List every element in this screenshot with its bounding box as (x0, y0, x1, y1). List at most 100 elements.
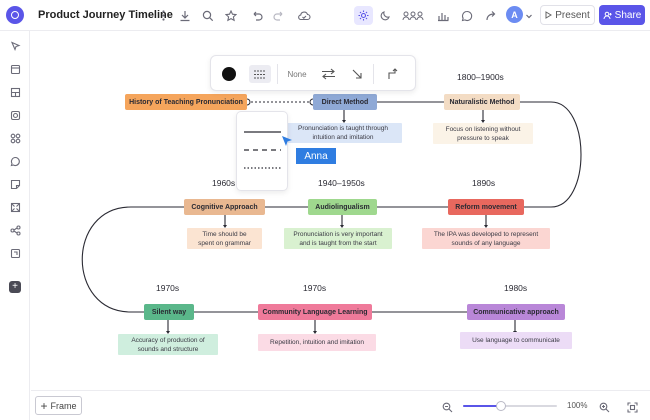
sticky-note-icon[interactable] (8, 177, 22, 191)
description-line: sounds of any language (451, 239, 521, 247)
node-community-language-learning[interactable]: Community Language Learning (258, 304, 372, 320)
template-icon[interactable] (8, 85, 22, 99)
redo-icon[interactable] (272, 7, 286, 24)
plus-icon: + (40, 398, 48, 413)
pointer-icon[interactable] (8, 39, 22, 53)
era-naturalistic: 1800–1900s (457, 72, 504, 82)
desc-community-language-learning: Repetition, intuition and imitation (258, 334, 376, 351)
connector-icon[interactable] (8, 223, 22, 237)
line-style-options (244, 131, 281, 169)
era-community: 1970s (303, 283, 327, 293)
undo-icon[interactable] (250, 7, 264, 24)
collaborator-cursor-label: Anna (296, 148, 336, 164)
more-icon[interactable] (157, 7, 169, 24)
connector-toolbar: None (210, 55, 416, 91)
desc-cognitive-approach: Time should be spent on grammar (187, 228, 262, 249)
color-swatch (222, 67, 236, 81)
arrowhead-none-button[interactable]: None (283, 65, 311, 83)
chat-icon[interactable] (8, 154, 22, 168)
era-reform: 1890s (472, 178, 496, 188)
image-icon[interactable] (8, 200, 22, 214)
play-icon (545, 11, 553, 19)
era-audiolingualism: 1940–1950s (318, 178, 365, 188)
zoom-slider-fill (463, 405, 501, 407)
description-line: intuition and imitation (312, 134, 374, 141)
left-toolbar: + (0, 31, 30, 420)
add-icon[interactable]: + (9, 281, 21, 293)
app-logo[interactable] (6, 6, 24, 24)
description-line: pressure to speak (457, 134, 509, 142)
document-title[interactable]: Product Journey Timeline (38, 9, 173, 21)
description-line: The IPA was developed to represent (433, 230, 539, 238)
node-history[interactable]: History of Teaching Pronunciation (125, 94, 247, 110)
comment-icon[interactable] (460, 7, 474, 24)
arrowhead-end-icon[interactable] (349, 65, 365, 83)
node-audiolingualism[interactable]: Audiolingualism (308, 199, 377, 215)
description-line: Focus on listening without (445, 125, 521, 133)
desc-reform-movement: The IPA was developed to represent sounds… (422, 228, 550, 249)
collaborator-cursor-icon (282, 136, 292, 146)
desc-naturalistic-method: Focus on listening without pressure to sp… (433, 123, 533, 144)
present-button[interactable]: Present (540, 5, 595, 25)
description-line: Pronunciation is very important (293, 230, 383, 238)
node-naturalistic-method[interactable]: Naturalistic Method (444, 94, 520, 110)
fit-screen-icon[interactable] (626, 399, 638, 416)
description-line: and is taught from the start (299, 239, 377, 247)
chart-icon[interactable] (436, 7, 450, 24)
collaborators-icon[interactable] (402, 7, 424, 24)
description-line: Time should be (202, 230, 247, 238)
era-cognitive: 1960s (212, 178, 236, 188)
description-line: Repetition, intuition and imitation (270, 339, 364, 346)
connector-curve-right-top (520, 101, 582, 208)
star-icon[interactable] (224, 7, 238, 24)
search-icon[interactable] (201, 7, 215, 24)
moon-icon[interactable] (378, 7, 392, 24)
chevron-down-icon[interactable] (524, 7, 534, 24)
desc-silent-way: Accuracy of production of sounds and stru… (118, 334, 218, 355)
shape-icon[interactable] (8, 108, 22, 122)
zoom-slider[interactable] (463, 401, 557, 411)
share-person-icon (603, 11, 612, 19)
desc-direct-method: Pronunciation is taught through intuition… (284, 123, 402, 143)
zoom-level: 100% (567, 401, 588, 410)
zoom-slider-thumb[interactable] (495, 401, 506, 411)
bottom-toolbar: + Frame 100% (31, 390, 650, 420)
zoom-in-icon[interactable] (598, 399, 610, 416)
description-line: Pronunciation is taught through (298, 125, 388, 132)
node-direct-method[interactable]: Direct Method (313, 94, 377, 110)
add-frame-button[interactable]: + Frame (35, 396, 82, 415)
frame-label: Frame (50, 400, 77, 411)
top-toolbar: Product Journey Timeline A Present Share (0, 0, 650, 31)
line-style-button[interactable] (249, 65, 271, 83)
line-style-popover (236, 111, 288, 191)
description-line: Accuracy of production of (131, 336, 205, 344)
avatar[interactable]: A (506, 6, 523, 23)
node-cognitive-approach[interactable]: Cognitive Approach (184, 199, 265, 215)
line-color-button[interactable] (220, 65, 238, 83)
description-line: Use language to communicate (472, 337, 560, 344)
desc-audiolingualism: Pronunciation is very important and is ta… (284, 228, 392, 249)
node-silent-way[interactable]: Silent way (144, 304, 194, 320)
zoom-out-icon[interactable] (441, 399, 453, 416)
share-arrow-icon[interactable] (484, 7, 498, 24)
description-line: sounds and structure (137, 345, 199, 353)
toolbar-divider (277, 64, 278, 84)
desc-communicative-approach: Use language to communicate (460, 332, 572, 349)
line-style-icon (254, 70, 266, 78)
node-reform-movement[interactable]: Reform movement (448, 199, 524, 215)
component-icon[interactable] (8, 131, 22, 145)
share-label: Share (614, 9, 642, 21)
node-communicative-approach[interactable]: Communicative approach (467, 304, 565, 320)
era-silent-way: 1970s (156, 283, 180, 293)
cloud-icon[interactable] (296, 7, 312, 24)
swap-direction-icon[interactable] (319, 65, 337, 83)
era-communicative: 1980s (504, 283, 528, 293)
toolbar-divider (373, 64, 374, 84)
download-icon[interactable] (178, 7, 192, 24)
share-button[interactable]: Share (599, 5, 645, 25)
sun-icon[interactable] (354, 6, 373, 25)
embed-icon[interactable] (8, 246, 22, 260)
description-line: spent on grammar (198, 239, 251, 247)
elbow-connector-icon[interactable] (385, 65, 401, 83)
frame-icon[interactable] (8, 62, 22, 76)
